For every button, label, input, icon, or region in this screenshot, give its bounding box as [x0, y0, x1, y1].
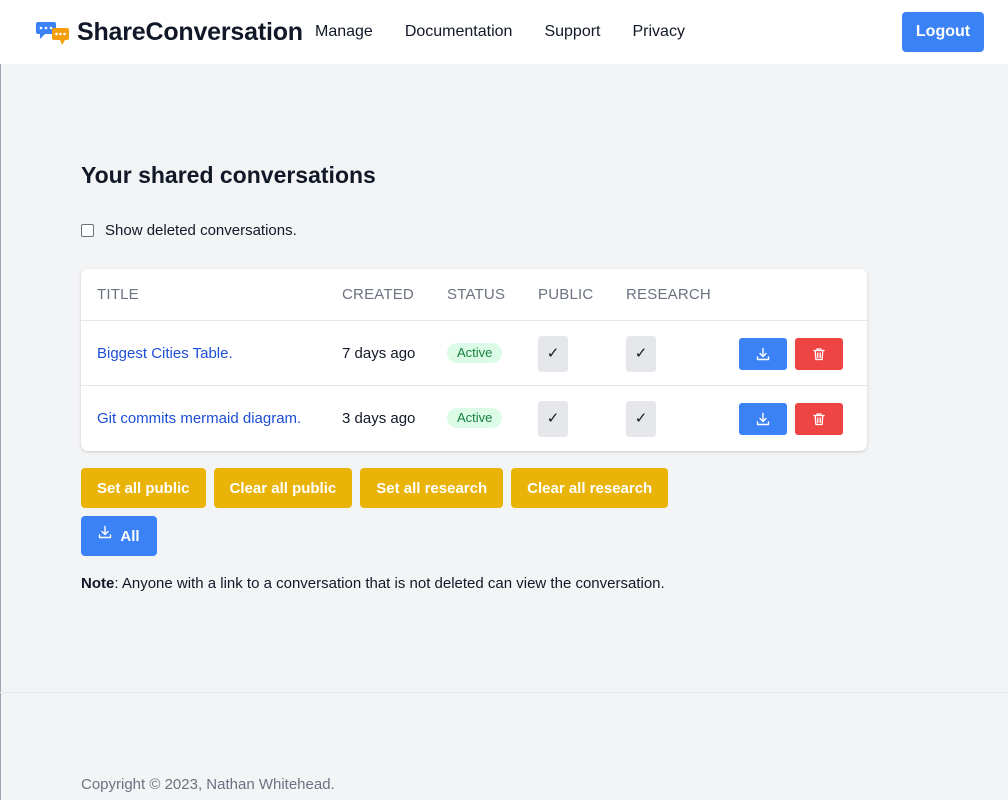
- trash-icon: [813, 413, 825, 426]
- status-badge: Active: [447, 408, 503, 428]
- table-header: TITLE CREATED STATUS PUBLIC RESEARCH: [81, 269, 867, 321]
- copyright: Copyright © 2023, Nathan Whitehead.: [81, 776, 335, 793]
- trash-icon: [813, 348, 825, 361]
- download-icon: [756, 412, 770, 426]
- delete-button[interactable]: [795, 338, 843, 370]
- created-time: 3 days ago: [342, 410, 416, 427]
- conversation-title-link[interactable]: Git commits mermaid diagram.: [97, 410, 301, 427]
- note-label: Note: [81, 575, 115, 592]
- nav-manage[interactable]: Manage: [315, 23, 373, 41]
- table-row: Biggest Cities Table. 7 days ago Active …: [81, 321, 867, 386]
- clear-all-research-button[interactable]: Clear all research: [511, 468, 669, 508]
- top-navbar: ShareConversation Manage Documentation S…: [0, 0, 1008, 64]
- bulk-actions: Set all public Clear all public Set all …: [81, 468, 676, 508]
- research-toggle[interactable]: ✓: [626, 401, 656, 437]
- show-deleted-toggle: Show deleted conversations.: [81, 222, 297, 239]
- status-badge: Active: [447, 343, 503, 363]
- nav-privacy[interactable]: Privacy: [633, 23, 685, 41]
- clear-all-public-button[interactable]: Clear all public: [213, 468, 353, 508]
- research-toggle[interactable]: ✓: [626, 336, 656, 372]
- chat-bubbles-logo-icon: [36, 20, 70, 46]
- show-deleted-checkbox[interactable]: [81, 224, 94, 237]
- conversations-table: TITLE CREATED STATUS PUBLIC RESEARCH Big…: [81, 269, 867, 451]
- download-all-button[interactable]: All: [81, 516, 157, 556]
- page-left-rule: [0, 64, 1, 800]
- column-header-public: PUBLIC: [538, 286, 594, 303]
- nav-documentation[interactable]: Documentation: [405, 23, 513, 41]
- download-icon: [756, 347, 770, 361]
- logout-button[interactable]: Logout: [902, 12, 984, 52]
- column-header-title: TITLE: [97, 286, 139, 303]
- note-text: : Anyone with a link to a conversation t…: [114, 575, 665, 592]
- download-button[interactable]: [739, 338, 787, 370]
- brand-name[interactable]: ShareConversation: [77, 18, 303, 47]
- set-all-research-button[interactable]: Set all research: [360, 468, 504, 508]
- footer-divider: [0, 692, 1008, 693]
- column-header-research: RESEARCH: [626, 286, 711, 303]
- download-button[interactable]: [739, 403, 787, 435]
- column-header-status: STATUS: [447, 286, 506, 303]
- created-time: 7 days ago: [342, 345, 416, 362]
- main-nav: Manage Documentation Support Privacy: [315, 23, 717, 41]
- nav-support[interactable]: Support: [544, 23, 600, 41]
- set-all-public-button[interactable]: Set all public: [81, 468, 206, 508]
- public-toggle[interactable]: ✓: [538, 336, 568, 372]
- table-row: Git commits mermaid diagram. 3 days ago …: [81, 386, 867, 451]
- public-toggle[interactable]: ✓: [538, 401, 568, 437]
- show-deleted-label[interactable]: Show deleted conversations.: [105, 222, 297, 239]
- conversation-title-link[interactable]: Biggest Cities Table.: [97, 345, 233, 362]
- column-header-created: CREATED: [342, 286, 414, 303]
- download-all-label: All: [120, 527, 140, 545]
- delete-button[interactable]: [795, 403, 843, 435]
- brand[interactable]: ShareConversation: [36, 18, 303, 47]
- page-title: Your shared conversations: [81, 162, 376, 188]
- note: Note: Anyone with a link to a conversati…: [81, 575, 665, 592]
- download-icon: [99, 525, 112, 539]
